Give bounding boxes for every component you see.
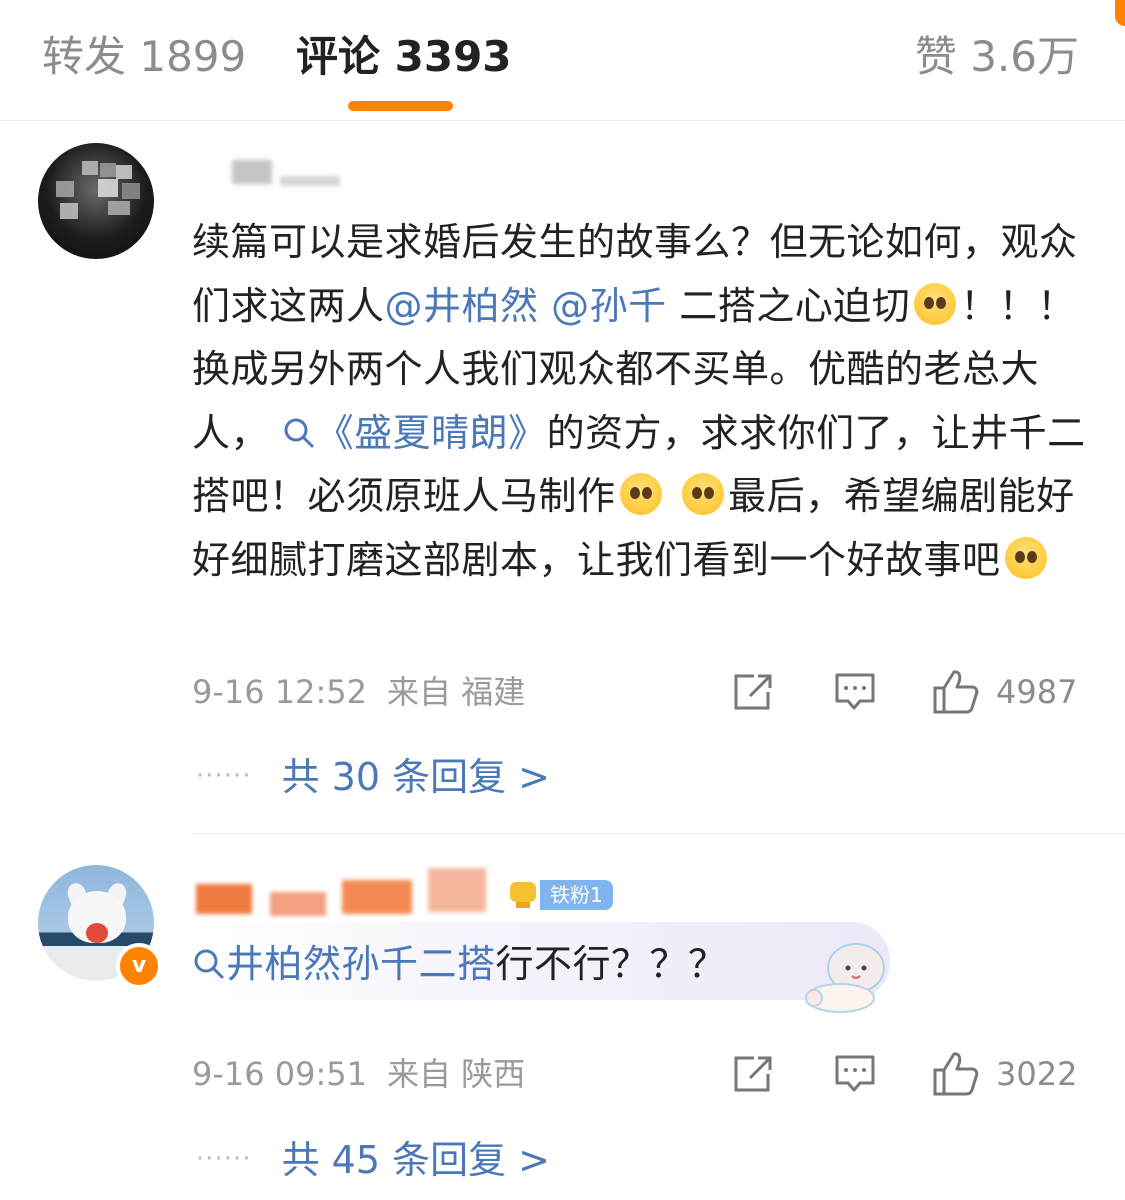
comment-text: 井柏然孙千二搭行不行？？？ xyxy=(192,933,1092,997)
like-count: 3022 xyxy=(996,1055,1078,1093)
username-redacted-3 xyxy=(342,880,412,914)
mention-link[interactable]: @井柏然 xyxy=(385,284,539,328)
username-redacted-2 xyxy=(270,892,326,916)
reply-count-text: 共 45 条回复 > xyxy=(281,1138,551,1182)
verified-badge: v xyxy=(116,943,162,989)
tab-likes[interactable]: 赞 3.6万 xyxy=(915,28,1079,86)
search-icon xyxy=(194,949,224,979)
topic-text: 井柏然孙千二搭 xyxy=(226,942,496,986)
emoji-icon xyxy=(914,282,957,325)
emoji-icon xyxy=(1004,536,1047,579)
reply-count-text: 共 30 条回复 > xyxy=(281,755,551,799)
baby-sticker-icon xyxy=(805,943,885,1013)
active-tab-indicator xyxy=(348,101,453,111)
comment-icon[interactable] xyxy=(834,672,876,712)
fan-badge-label: 铁粉1 xyxy=(540,880,613,910)
comment-meta: 9-16 12:52 来自 福建 xyxy=(192,670,525,714)
username-redacted-2 xyxy=(280,176,340,186)
emoji-icon xyxy=(682,473,725,515)
comment-time: 9-16 09:51 xyxy=(192,1055,368,1093)
view-replies-link[interactable]: ······ 共 30 条回复 > xyxy=(196,750,550,803)
tab-comments[interactable]: 评论 3393 xyxy=(296,28,512,86)
avatar[interactable] xyxy=(38,143,154,259)
mention-link[interactable]: @孙千 xyxy=(551,284,667,328)
share-icon[interactable] xyxy=(732,1054,774,1094)
comment-tabs: 转发 1899 评论 3393 赞 3.6万 xyxy=(0,0,1125,121)
emoji-icon xyxy=(619,473,662,515)
username-redacted-4 xyxy=(428,868,486,912)
comment-meta: 9-16 09:51 来自 陕西 xyxy=(192,1052,525,1096)
username-redacted[interactable] xyxy=(196,884,252,914)
username-redacted[interactable] xyxy=(232,160,272,184)
cup-icon xyxy=(510,882,536,908)
comment-time: 9-16 12:52 xyxy=(192,673,368,711)
view-replies-link[interactable]: ······ 共 45 条回复 > xyxy=(196,1133,550,1186)
like-count: 4987 xyxy=(996,673,1078,711)
comment-text-part: 行不行？？？ xyxy=(495,942,727,986)
corner-accent xyxy=(1115,0,1125,26)
comment-icon[interactable] xyxy=(834,1054,876,1094)
comment-text: 续篇可以是求婚后发生的故事么？但无论如何，观众们求这两人@井柏然 @孙千 二搭之… xyxy=(192,211,1092,592)
like-icon[interactable] xyxy=(932,668,980,714)
like-icon[interactable] xyxy=(932,1050,980,1096)
divider xyxy=(192,833,1125,834)
comment-location: 来自 陕西 xyxy=(387,1055,526,1093)
search-icon xyxy=(284,418,314,447)
comment-text-part: 二搭之心迫切 xyxy=(666,283,911,328)
comment-location: 来自 福建 xyxy=(387,673,526,711)
topic-link[interactable]: 《盛夏晴朗》 xyxy=(282,411,547,455)
topic-link[interactable]: 井柏然孙千二搭 xyxy=(192,942,496,986)
tab-forward[interactable]: 转发 1899 xyxy=(42,28,246,86)
topic-text: 《盛夏晴朗》 xyxy=(315,410,547,455)
share-icon[interactable] xyxy=(732,672,774,712)
